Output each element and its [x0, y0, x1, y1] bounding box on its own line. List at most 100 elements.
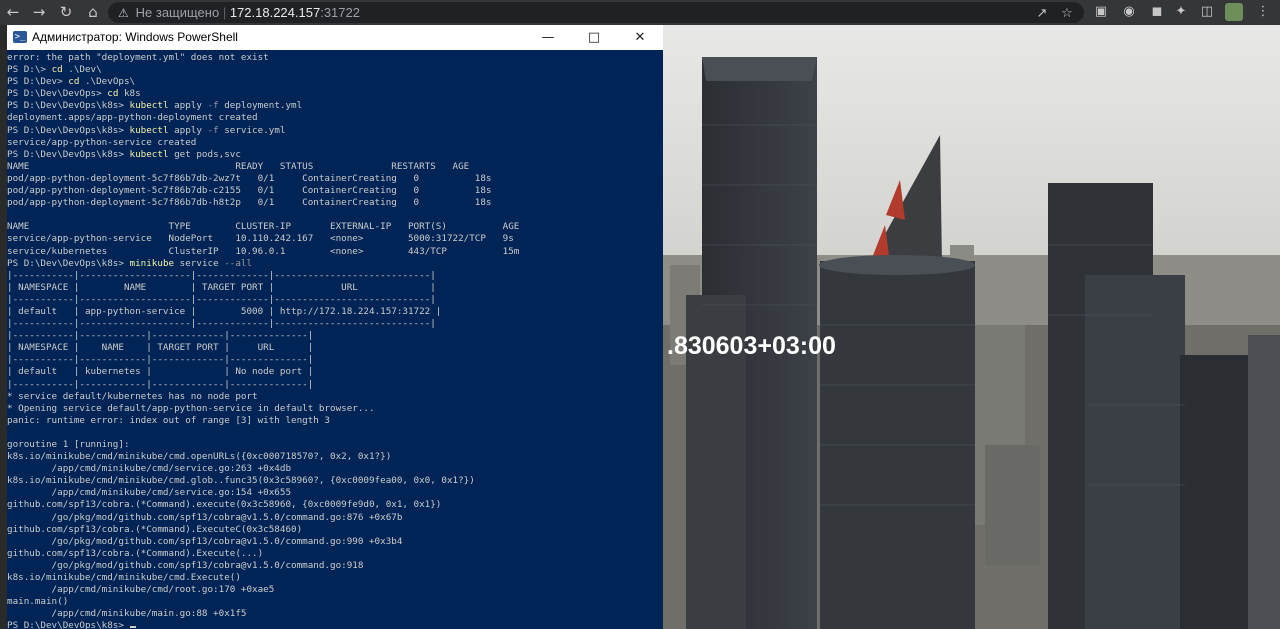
terminal-line: PS D:\Dev\DevOps> cd k8s: [7, 88, 519, 100]
window-titlebar[interactable]: >_ Администратор: Windows PowerShell — □…: [7, 25, 663, 50]
output-text: github.com/spf13/cobra.(*Command).Execut…: [7, 523, 303, 535]
output-text: /go/pkg/mod/github.com/spf13/cobra@v1.5.…: [7, 535, 403, 547]
output-text: --all: [224, 257, 253, 269]
output-text: -f: [207, 124, 219, 136]
security-warning-icon[interactable]: ⚠: [118, 3, 132, 24]
terminal-line: /go/pkg/mod/github.com/spf13/cobra@v1.5.…: [7, 512, 519, 524]
output-text: github.com/spf13/cobra.(*Command).execut…: [7, 499, 442, 511]
terminal-line: PS D:\Dev> cd .\DevOps\: [7, 76, 519, 88]
console-lines: error: the path "deployment.yml" does no…: [7, 52, 519, 629]
terminal-line: * Opening service default/app-python-ser…: [7, 403, 519, 415]
prompt-text: PS D:\Dev\DevOps\k8s>: [7, 620, 130, 629]
output-text: k8s.io/minikube/cmd/minikube/cmd.openURL…: [7, 451, 392, 463]
output-text: service: [174, 257, 225, 269]
terminal-line: pod/app-python-deployment-5c7f86b7db-c21…: [7, 185, 519, 197]
minimize-icon[interactable]: —: [525, 25, 571, 50]
output-text: |-----------|------------|-------------|…: [7, 330, 314, 342]
prompt-text: PS D:\Dev\DevOps\k8s>: [7, 257, 130, 269]
powershell-icon: >_: [13, 31, 27, 43]
terminal-line: main.main(): [7, 596, 519, 608]
address-bar[interactable]: ⚠ Не защищено | 172.18.224.157:31722 ↗ ☆: [108, 2, 1084, 23]
output-text: panic: runtime error: index out of range…: [7, 414, 331, 426]
terminal-output[interactable]: error: the path "deployment.yml" does no…: [7, 50, 663, 629]
share-icon[interactable]: ↗: [1033, 5, 1051, 23]
close-icon[interactable]: ✕: [617, 25, 663, 50]
output-text: NAME TYPE CLUSTER-IP EXTERNAL-IP PORT(S)…: [7, 221, 520, 233]
terminal-line: service/kubernetes ClusterIP 10.96.0.1 <…: [7, 246, 519, 258]
prompt-text: PS D:\Dev\DevOps\k8s>: [7, 124, 130, 136]
prompt-text: PS D:\>: [7, 64, 52, 76]
profile-avatar-icon[interactable]: [1225, 3, 1243, 21]
output-text: deployment.yml: [218, 100, 303, 112]
terminal-line: * service default/kubernetes has no node…: [7, 391, 519, 403]
extension-icon[interactable]: ◼: [1148, 3, 1166, 21]
terminal-line: /go/pkg/mod/github.com/spf13/cobra@v1.5.…: [7, 560, 519, 572]
powershell-window[interactable]: >_ Администратор: Windows PowerShell — □…: [7, 25, 663, 629]
terminal-line: k8s.io/minikube/cmd/minikube/cmd.openURL…: [7, 451, 519, 463]
output-text: |-----------|------------|-------------|…: [7, 354, 314, 366]
terminal-line: | default | kubernetes | | No node port …: [7, 366, 519, 378]
terminal-line: NAME TYPE CLUSTER-IP EXTERNAL-IP PORT(S)…: [7, 221, 519, 233]
security-label[interactable]: Не защищено: [136, 5, 220, 20]
terminal-line: deployment.apps/app-python-deployment cr…: [7, 112, 519, 124]
command-token: cd: [68, 76, 80, 88]
output-text: service.yml: [218, 124, 286, 136]
terminal-line: PS D:\Dev\DevOps\k8s>: [7, 620, 519, 629]
terminal-line: /app/cmd/minikube/cmd/root.go:170 +0xae5: [7, 584, 519, 596]
terminal-line: panic: runtime error: index out of range…: [7, 415, 519, 427]
maximize-icon[interactable]: □: [571, 25, 617, 50]
prompt-text: PS D:\Dev\DevOps\k8s>: [7, 100, 130, 112]
terminal-line: PS D:\Dev\DevOps\k8s> kubectl apply -f s…: [7, 125, 519, 137]
timestamp-text: .830603+03:00: [667, 332, 836, 360]
terminal-line: pod/app-python-deployment-5c7f86b7db-h8t…: [7, 197, 519, 209]
text-cursor: [129, 626, 136, 629]
output-text: apply: [168, 124, 208, 136]
terminal-line: PS D:\Dev\DevOps\k8s> minikube service -…: [7, 258, 519, 270]
output-text: /app/cmd/minikube/cmd/root.go:170 +0xae5: [7, 584, 275, 596]
terminal-line: |-----------|------------|-------------|…: [7, 379, 519, 391]
prompt-text: PS D:\Dev\DevOps>: [7, 88, 108, 100]
terminal-line: goroutine 1 [running]:: [7, 439, 519, 451]
reload-icon[interactable]: ↻: [53, 0, 79, 25]
home-icon[interactable]: ⌂: [80, 0, 106, 25]
terminal-line: PS D:\> cd .\Dev\: [7, 64, 519, 76]
prompt-text: PS D:\Dev>: [7, 76, 69, 88]
terminal-line: /app/cmd/minikube/main.go:88 +0x1f5: [7, 608, 519, 620]
terminal-line: /go/pkg/mod/github.com/spf13/cobra@v1.5.…: [7, 536, 519, 548]
output-text: error: the path "deployment.yml" does no…: [7, 52, 269, 63]
terminal-line: PS D:\Dev\DevOps\k8s> kubectl apply -f d…: [7, 100, 519, 112]
extension-icon[interactable]: ◉: [1120, 3, 1138, 21]
terminal-line: /app/cmd/minikube/cmd/service.go:263 +0x…: [7, 463, 519, 475]
terminal-line: pod/app-python-deployment-5c7f86b7db-2wz…: [7, 173, 519, 185]
url-host: 172.18.224.157: [229, 5, 321, 20]
output-text: * Opening service default/app-python-ser…: [7, 402, 375, 414]
menu-icon[interactable]: ⋮: [1254, 3, 1272, 21]
terminal-line: PS D:\Dev\DevOps\k8s> kubectl get pods,s…: [7, 149, 519, 161]
terminal-scrollbar[interactable]: [655, 50, 663, 629]
output-text: | default | app-python-service | 5000 | …: [7, 305, 442, 317]
forward-icon[interactable]: →: [26, 0, 52, 25]
back-icon[interactable]: ←: [0, 0, 26, 25]
terminal-line: error: the path "deployment.yml" does no…: [7, 52, 519, 64]
window-title: Администратор: Windows PowerShell: [32, 30, 238, 44]
output-text: get pods,svc: [168, 148, 241, 160]
output-text: | NAMESPACE | NAME | TARGET PORT | URL |: [7, 281, 436, 293]
extensions-puzzle-icon[interactable]: ✦: [1172, 3, 1190, 21]
side-panel-icon[interactable]: ◫: [1198, 3, 1216, 21]
terminal-line: | NAMESPACE | NAME | TARGET PORT | URL |: [7, 282, 519, 294]
output-text: apply: [168, 100, 208, 112]
output-text: service/kubernetes ClusterIP 10.96.0.1 <…: [7, 245, 520, 257]
command-token: cd: [107, 88, 119, 100]
output-text: | NAMESPACE | NAME | TARGET PORT | URL |: [7, 342, 314, 354]
terminal-line: k8s.io/minikube/cmd/minikube/cmd.Execute…: [7, 572, 519, 584]
terminal-line: | NAMESPACE | NAME | TARGET PORT | URL |: [7, 342, 519, 354]
output-text: service/app-python-service created: [7, 136, 197, 148]
output-text: pod/app-python-deployment-5c7f86b7db-h8t…: [7, 197, 492, 209]
output-text: * service default/kubernetes has no node…: [7, 390, 258, 402]
extension-icon[interactable]: ▣: [1092, 3, 1110, 21]
output-text: -f: [207, 100, 219, 112]
command-token: kubectl: [129, 124, 169, 136]
terminal-line: /app/cmd/minikube/cmd/service.go:154 +0x…: [7, 487, 519, 499]
bookmark-star-icon[interactable]: ☆: [1058, 5, 1076, 23]
